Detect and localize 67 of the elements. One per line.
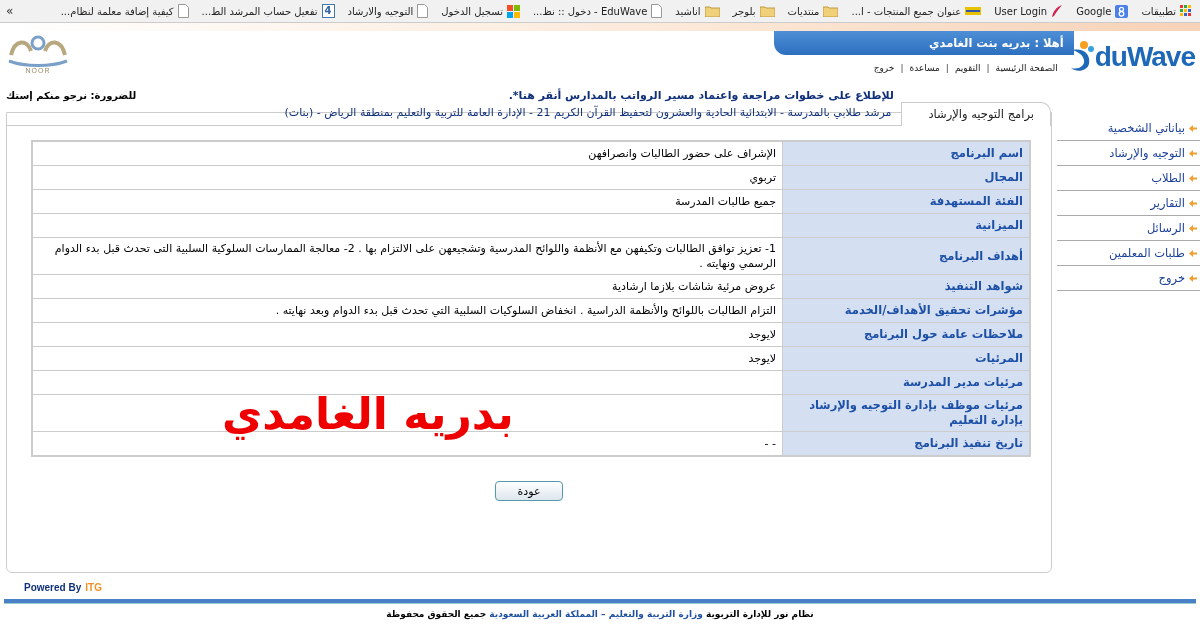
greeting-bar: أهلا : بدريه بنت الغامدي bbox=[773, 31, 1074, 55]
school-subtitle: مرشد طلابي بالمدرسة - الابتدائية الحادية والعشرون لتحفيظ القرآن الكريم 21 - الإدارة العامة للتربية والتعليم بمنطقة الرياض - (بنات) bbox=[283, 106, 893, 121]
field-label: شواهد التنفيذ bbox=[782, 274, 1030, 299]
folder-icon bbox=[704, 5, 720, 17]
bookmark-link[interactable]: تسجيل الدخول bbox=[441, 5, 503, 17]
sidebar-item[interactable]: التوجيه والإرشاد bbox=[1057, 141, 1200, 166]
bookmark-link[interactable]: التوجيه والارشاد bbox=[347, 5, 414, 17]
bookmark-link[interactable]: كيفية إضافة معلمة لنظام... bbox=[60, 5, 174, 17]
more-bookmarks-button[interactable]: » bbox=[6, 4, 14, 18]
sidebar-item[interactable]: الطلاب bbox=[1057, 166, 1200, 191]
google-icon bbox=[1115, 4, 1129, 18]
field-label: أهداف البرنامج bbox=[782, 237, 1030, 275]
arrow-icon bbox=[1189, 249, 1197, 257]
powered-by-text: Powered By bbox=[24, 582, 82, 593]
card-icon bbox=[965, 7, 982, 15]
folder-icon bbox=[759, 5, 775, 17]
nav-separator: | bbox=[945, 63, 949, 73]
arrow-icon bbox=[1189, 224, 1197, 232]
field-label: مرئيات موظف بإدارة التوجيه والإرشاد بإدارة التعليم bbox=[782, 394, 1030, 432]
arrow-icon bbox=[1189, 274, 1197, 282]
arrow-icon bbox=[1189, 124, 1197, 132]
field-label: اسم البرنامج bbox=[782, 141, 1030, 166]
feather-icon bbox=[1051, 4, 1064, 18]
arrow-icon bbox=[1189, 149, 1197, 157]
windows-icon bbox=[506, 4, 520, 18]
sidebar-item[interactable]: الرسائل bbox=[1057, 216, 1200, 241]
nav-separator: | bbox=[900, 63, 904, 73]
section-tab[interactable]: برامج التوجيه والإرشاد bbox=[901, 102, 1051, 126]
field-label: الميزانية bbox=[782, 213, 1030, 238]
back-button[interactable]: عودة bbox=[495, 481, 563, 501]
nav-link[interactable]: التقويم bbox=[954, 63, 981, 73]
bookmark-link[interactable]: عنوان جميع المنتجات - ا... bbox=[851, 5, 962, 17]
apps-icon bbox=[1180, 5, 1192, 17]
field-label: مرئيات مدير المدرسة bbox=[782, 370, 1030, 395]
folder-icon bbox=[823, 5, 839, 17]
field-label: الفئة المستهدفة bbox=[782, 189, 1030, 214]
bookmark-link[interactable]: بلوجر bbox=[732, 5, 756, 17]
page-icon bbox=[417, 4, 429, 18]
nav-link[interactable]: خروج bbox=[873, 63, 895, 73]
number-icon: 4 bbox=[321, 4, 335, 18]
sidebar-item[interactable]: طلبات المعلمين bbox=[1057, 241, 1200, 266]
notice-link[interactable]: للإطلاع على خطوات مراجعة واعتماد مسير الرواتب بالمدارس أنقر هنا*. bbox=[508, 89, 894, 102]
arrow-icon bbox=[1189, 199, 1197, 207]
page-icon bbox=[177, 4, 189, 18]
nav-link[interactable]: الصفحة الرئيسية bbox=[995, 63, 1058, 73]
sidebar-item[interactable]: خروج bbox=[1057, 266, 1200, 291]
nav-link[interactable]: مساعدة bbox=[909, 63, 940, 73]
sidebar-item[interactable]: التقارير bbox=[1057, 191, 1200, 216]
page-icon bbox=[651, 4, 663, 18]
urgent-notice: للضرورة: نرجو منكم إستك bbox=[6, 90, 137, 101]
bookmark-link[interactable]: تطبيقات bbox=[1141, 5, 1176, 17]
bookmark-link[interactable]: Google bbox=[1076, 5, 1112, 17]
bookmark-link[interactable]: اناشيد bbox=[675, 5, 701, 17]
field-label: مؤشرات تحقيق الأهداف/الخدمة bbox=[782, 298, 1030, 323]
brand-text: ITG bbox=[85, 582, 102, 593]
field-label: المجال bbox=[782, 165, 1030, 190]
bookmark-link[interactable]: User Login bbox=[994, 5, 1048, 17]
bookmark-link[interactable]: تفعيل حساب المرشد الط... bbox=[201, 5, 318, 17]
sidebar-item[interactable]: بياناتي الشخصية bbox=[1057, 116, 1200, 141]
bookmark-link[interactable]: منتديات bbox=[787, 5, 820, 17]
field-label: تاريخ تنفيذ البرنامج bbox=[782, 431, 1030, 456]
field-label: المرئيات bbox=[782, 346, 1030, 371]
field-label: ملاحظات عامة حول البرنامج bbox=[782, 322, 1030, 347]
arrow-icon bbox=[1189, 174, 1197, 182]
footer-text: نظام نور للإدارة التربوية وزارة التربية والتعليم – المملكة العربية السعودية جميع الحقوق محفوظة bbox=[385, 608, 815, 619]
bookmark-link[interactable]: EduWave - دخول :: نظ... bbox=[532, 5, 648, 17]
nav-separator: | bbox=[986, 63, 990, 73]
